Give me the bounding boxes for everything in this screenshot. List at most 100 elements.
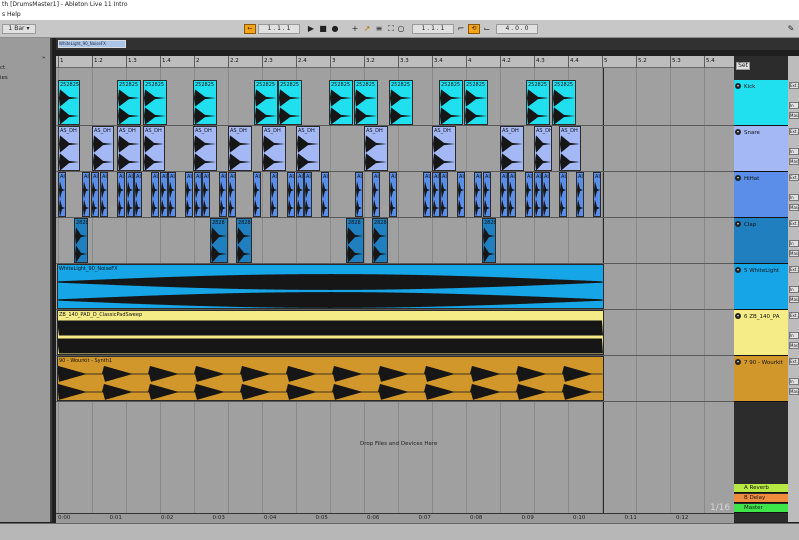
- follow-button[interactable]: ←: [244, 24, 256, 34]
- audio-clip[interactable]: ZB_140_PAD_D_ClassicPadSweep: [57, 310, 604, 355]
- audio-clip[interactable]: AI: [542, 172, 550, 217]
- audio-clip[interactable]: 252825: [526, 80, 550, 125]
- track-header-pad[interactable]: ▾ 6 ZB_140_PA: [734, 310, 789, 356]
- io-routing-snare[interactable]: Ext.: [789, 128, 799, 135]
- audio-clip[interactable]: AI: [82, 172, 90, 217]
- punch-in-icon[interactable]: ⌐: [456, 24, 466, 34]
- audio-clip[interactable]: AI: [304, 172, 312, 217]
- fold-icon[interactable]: ▾: [735, 267, 741, 273]
- audio-clip[interactable]: AI: [457, 172, 465, 217]
- audio-clip[interactable]: AI: [117, 172, 125, 217]
- io-routing-clap[interactable]: Mast: [789, 250, 799, 257]
- track-header-kick[interactable]: ▾ Kick: [734, 80, 789, 126]
- audio-clip[interactable]: AI: [474, 172, 482, 217]
- fold-icon[interactable]: ▾: [735, 313, 741, 319]
- io-routing-clap[interactable]: In: [789, 240, 799, 247]
- audio-clip[interactable]: AI: [253, 172, 261, 217]
- loop-start[interactable]: 1 . 1 . 1: [412, 24, 454, 34]
- fold-icon[interactable]: ▾: [735, 129, 741, 135]
- arrangement-position[interactable]: 1 . 1 . 1: [258, 24, 300, 34]
- audio-clip[interactable]: AI: [160, 172, 168, 217]
- audio-clip[interactable]: AI: [525, 172, 533, 217]
- automation-arm-icon[interactable]: ↗: [362, 24, 372, 34]
- io-routing-kick[interactable]: Mast: [789, 112, 799, 119]
- audio-clip[interactable]: AI: [296, 172, 304, 217]
- audio-clip[interactable]: 2828: [236, 218, 252, 263]
- io-routing-pad[interactable]: In: [789, 332, 799, 339]
- audio-clip[interactable]: 2828: [482, 218, 496, 263]
- io-routing-kick[interactable]: In: [789, 102, 799, 109]
- io-routing-white[interactable]: In: [789, 286, 799, 293]
- io-routing-white[interactable]: Ext.: [789, 266, 799, 273]
- audio-clip[interactable]: 252825: [117, 80, 141, 125]
- audio-clip[interactable]: AI: [287, 172, 295, 217]
- audio-clip[interactable]: AS_DH: [228, 126, 252, 171]
- return-header-delay[interactable]: B Delay: [734, 494, 789, 503]
- set-button[interactable]: Set: [736, 62, 750, 70]
- return-name[interactable]: A Reverb: [744, 485, 769, 491]
- audio-clip[interactable]: AS_DH: [500, 126, 524, 171]
- io-routing-synth[interactable]: In: [789, 378, 799, 385]
- audio-clip[interactable]: AS_DH: [364, 126, 388, 171]
- audio-clip[interactable]: AS_DH: [143, 126, 165, 171]
- track-name[interactable]: 5 WhiteLight: [744, 268, 779, 274]
- pencil-icon[interactable]: ✎: [786, 24, 796, 34]
- punch-out-icon[interactable]: ⌙: [482, 24, 492, 34]
- audio-clip[interactable]: 2828: [346, 218, 364, 263]
- io-routing-hihat[interactable]: Mast: [789, 204, 799, 211]
- track-header-hihat[interactable]: ▾ HiHat: [734, 172, 789, 218]
- play-icon[interactable]: ▶: [306, 24, 316, 34]
- track-header-clap[interactable]: ▾ Clap: [734, 218, 789, 264]
- io-routing-clap[interactable]: Ext.: [789, 220, 799, 227]
- session-record-icon[interactable]: ○: [396, 24, 406, 34]
- audio-clip[interactable]: AI: [432, 172, 440, 217]
- audio-clip[interactable]: AS_DH: [58, 126, 80, 171]
- audio-clip[interactable]: AI: [219, 172, 227, 217]
- audio-clip[interactable]: AI: [185, 172, 193, 217]
- audio-clip[interactable]: 252825: [278, 80, 302, 125]
- audio-clip[interactable]: AI: [194, 172, 202, 217]
- stop-icon[interactable]: ■: [318, 24, 328, 34]
- audio-clip[interactable]: AS_DH: [193, 126, 217, 171]
- record-icon[interactable]: ●: [330, 24, 340, 34]
- overdub-icon[interactable]: +: [350, 24, 360, 34]
- audio-clip[interactable]: AI: [58, 172, 66, 217]
- audio-clip[interactable]: AI: [134, 172, 142, 217]
- io-routing-synth[interactable]: Mast: [789, 388, 799, 395]
- audio-clip[interactable]: 90 - Wourkit - Synth1: [57, 356, 604, 401]
- io-routing-pad[interactable]: Mast: [789, 342, 799, 349]
- audio-clip[interactable]: AI: [389, 172, 397, 217]
- browser-item[interactable]: ct: [0, 65, 5, 71]
- audio-clip[interactable]: AS_DH: [92, 126, 114, 171]
- audio-clip[interactable]: 252825: [354, 80, 378, 125]
- audio-clip[interactable]: AI: [576, 172, 584, 217]
- track-header-synth[interactable]: ▾ 7 90 - Wourkit: [734, 356, 789, 402]
- audio-clip[interactable]: AS_DH: [559, 126, 581, 171]
- reenable-automation-icon[interactable]: ≡: [374, 24, 384, 34]
- io-routing-snare[interactable]: Mast: [789, 158, 799, 165]
- io-routing-kick[interactable]: Ext.: [789, 82, 799, 89]
- audio-clip[interactable]: AI: [91, 172, 99, 217]
- audio-clip[interactable]: AS_DH: [117, 126, 141, 171]
- audio-clip[interactable]: 252825: [389, 80, 413, 125]
- fold-icon[interactable]: ▾: [735, 175, 741, 181]
- audio-clip[interactable]: 252825: [439, 80, 463, 125]
- audio-clip[interactable]: AS_DH: [296, 126, 320, 171]
- io-routing-white[interactable]: Mast: [789, 296, 799, 303]
- audio-clip[interactable]: AI: [423, 172, 431, 217]
- audio-clip[interactable]: 2828: [74, 218, 88, 263]
- audio-clip[interactable]: AI: [126, 172, 134, 217]
- track-name[interactable]: Kick: [744, 84, 755, 90]
- fold-icon[interactable]: ▾: [735, 83, 741, 89]
- audio-clip[interactable]: 252825: [254, 80, 278, 125]
- audio-clip[interactable]: AI: [151, 172, 159, 217]
- arrangement-view[interactable]: Drop Files and Devices Here 252825 252825…: [56, 68, 734, 513]
- return-name[interactable]: B Delay: [744, 495, 765, 501]
- audio-clip[interactable]: 252825: [464, 80, 488, 125]
- io-routing-hihat[interactable]: In: [789, 194, 799, 201]
- audio-clip[interactable]: AI: [593, 172, 601, 217]
- track-header-white[interactable]: ▾ 5 WhiteLight: [734, 264, 789, 310]
- browser-item[interactable]: ies: [0, 75, 8, 81]
- fold-icon[interactable]: ▾: [735, 221, 741, 227]
- audio-clip[interactable]: AI: [508, 172, 516, 217]
